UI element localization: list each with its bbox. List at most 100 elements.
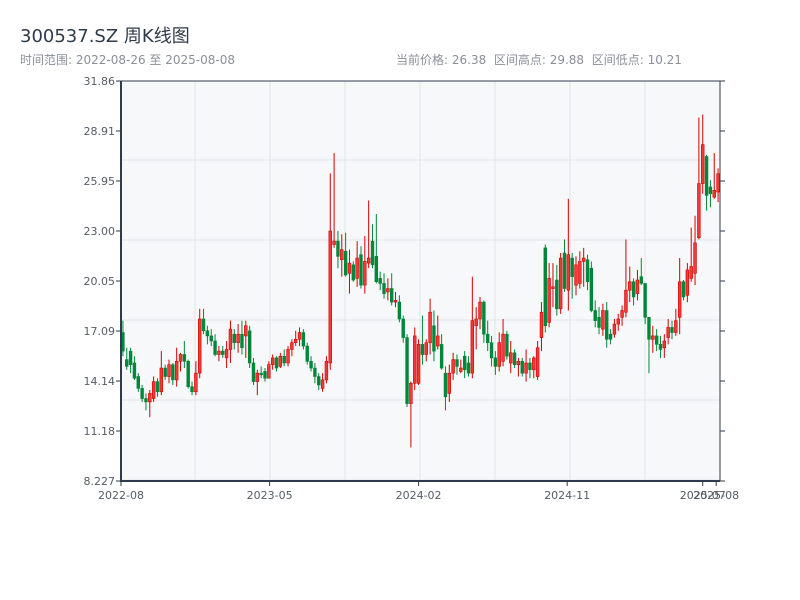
candle-up xyxy=(416,339,421,385)
candle-body xyxy=(420,344,425,355)
candle-body xyxy=(413,335,417,384)
candle-body xyxy=(608,333,613,340)
candle-body xyxy=(397,301,402,320)
candle-body xyxy=(328,230,332,364)
candle-body xyxy=(401,318,405,338)
candle-body xyxy=(624,289,628,313)
candle-body xyxy=(405,337,409,404)
candle-body xyxy=(163,367,167,377)
candle-body xyxy=(497,342,501,367)
candle-down xyxy=(505,330,509,360)
candle-down xyxy=(589,261,594,313)
candle-body xyxy=(654,335,659,345)
y-tick-label: 28.91 xyxy=(84,125,116,138)
candle-body xyxy=(144,398,148,403)
candle-body xyxy=(201,318,206,332)
candle-body xyxy=(301,332,306,347)
candle-body xyxy=(439,344,444,369)
candle-body xyxy=(370,240,375,266)
candle-body xyxy=(558,257,563,310)
candle-body xyxy=(386,288,390,293)
candle-body xyxy=(336,240,340,257)
candle-body xyxy=(524,362,528,374)
candle-body xyxy=(677,281,682,318)
y-tick-label: 8.227 xyxy=(84,475,116,488)
y-tick-label: 23.00 xyxy=(84,225,116,238)
candle-body xyxy=(236,333,240,343)
candle-down xyxy=(305,342,309,365)
candle-body xyxy=(509,352,513,364)
candle-body xyxy=(589,267,594,311)
candle-body xyxy=(493,357,498,367)
y-tick-label: 11.18 xyxy=(84,425,116,438)
candle-body xyxy=(482,301,486,335)
y-tick-label: 17.09 xyxy=(84,325,116,338)
candle-body xyxy=(171,364,175,381)
candle-body xyxy=(708,186,713,195)
candle-body xyxy=(194,372,198,393)
candle-body xyxy=(155,381,160,393)
candle-body xyxy=(612,323,617,335)
x-tick-label: 2024-11 xyxy=(544,489,590,502)
candle-body xyxy=(716,173,720,193)
candle-body xyxy=(178,354,183,362)
candle-body xyxy=(701,144,705,184)
candle-up xyxy=(413,327,417,391)
candle-body xyxy=(343,250,348,276)
candle-body xyxy=(712,190,716,198)
candle-body xyxy=(332,240,336,245)
y-tick-label: 31.86 xyxy=(84,75,116,88)
candle-body xyxy=(282,355,286,364)
candle-body xyxy=(209,335,213,342)
candle-body xyxy=(466,362,471,374)
candle-body xyxy=(159,367,164,393)
candle-body xyxy=(232,333,236,343)
candle-body xyxy=(317,376,321,386)
candle-body xyxy=(639,276,643,284)
candle-body xyxy=(428,311,432,343)
candle-body xyxy=(190,386,194,393)
candle-body xyxy=(631,281,636,298)
candle-body xyxy=(562,252,567,289)
candle-body xyxy=(125,359,129,367)
y-tick-label: 14.14 xyxy=(84,375,116,388)
candle-body xyxy=(620,310,624,318)
candle-down xyxy=(405,334,409,407)
candle-up xyxy=(198,308,202,379)
candle-body xyxy=(244,325,248,337)
y-tick-label: 20.05 xyxy=(84,275,116,288)
candle-body xyxy=(689,266,693,279)
candle-body xyxy=(681,281,686,298)
candle-body xyxy=(581,257,586,262)
x-tick-label: 2025-08 xyxy=(693,489,739,502)
candle-body xyxy=(374,256,379,283)
candle-body xyxy=(167,364,171,377)
candle-body xyxy=(286,349,290,364)
candle-body xyxy=(528,362,532,371)
candle-body xyxy=(555,279,559,310)
candle-body xyxy=(474,318,478,327)
candle-body xyxy=(543,247,547,327)
candle-body xyxy=(489,342,494,359)
x-tick-label: 2023-05 xyxy=(247,489,293,502)
candle-body xyxy=(132,362,137,379)
candle-body xyxy=(551,286,555,289)
candle-body xyxy=(532,357,536,371)
candle-body xyxy=(267,364,271,379)
candle-body xyxy=(424,342,428,355)
candle-body xyxy=(297,332,302,340)
candle-body xyxy=(574,264,578,286)
candle-body xyxy=(205,330,210,337)
candle-body xyxy=(585,259,590,283)
candle-body xyxy=(128,350,133,365)
candle-down xyxy=(247,325,252,369)
candle-body xyxy=(539,311,544,338)
candle-body xyxy=(382,283,386,294)
candle-up xyxy=(558,252,563,314)
candle-body xyxy=(451,359,455,374)
candle-body xyxy=(635,279,640,294)
candle-body xyxy=(294,338,298,343)
candle-body xyxy=(278,355,283,367)
candle-body xyxy=(455,359,459,367)
candle-body xyxy=(247,330,252,364)
